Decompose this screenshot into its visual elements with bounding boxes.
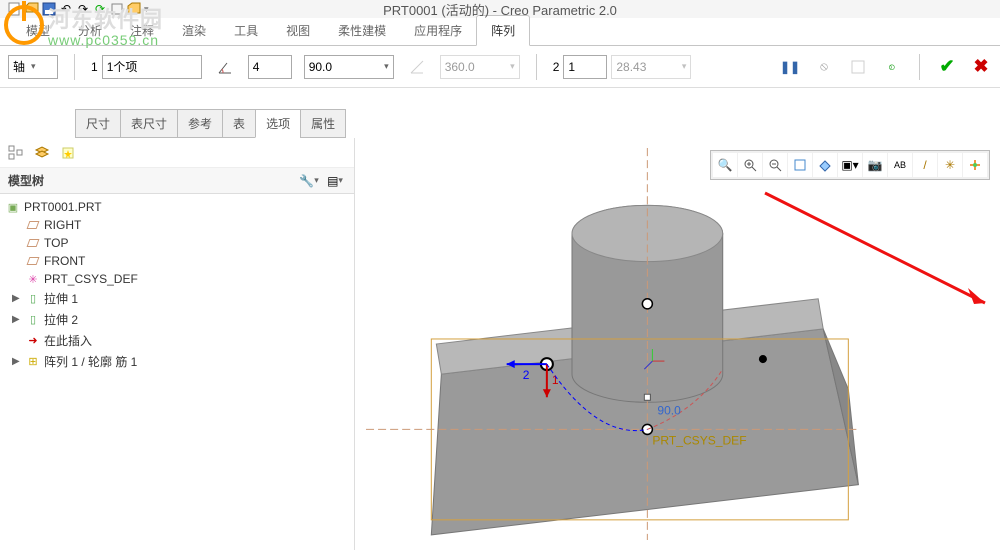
new-icon[interactable]: [8, 2, 22, 16]
model-tree-panel: 模型树 🔧▾ ▤▾ ▣ PRT0001.PRT RIGHT TOP FRONT: [0, 138, 355, 550]
ok-button[interactable]: ✔: [936, 56, 958, 78]
viewport[interactable]: 🔍 ▣▾ 📷 AB / ✳: [355, 138, 1000, 550]
verify-icon[interactable]: စ: [881, 56, 903, 78]
tree-insert-here[interactable]: ➜ 在此插入: [2, 330, 352, 351]
tree-show-icon[interactable]: ▤▾: [324, 170, 346, 192]
redo-icon[interactable]: ↷: [76, 2, 90, 16]
tree-layout-icon[interactable]: [4, 141, 28, 165]
extent-angle-icon: [406, 56, 428, 78]
pattern-type-label: 轴: [13, 58, 25, 75]
plane-icon: [26, 254, 40, 268]
folder-dropdown-icon[interactable]: [127, 2, 141, 16]
spacing2-input: 28.43 ▾: [611, 55, 691, 79]
count2-input[interactable]: [563, 55, 607, 79]
expand-icon[interactable]: ▶: [12, 293, 22, 304]
angle1-input[interactable]: 90.0 ▾: [304, 55, 394, 79]
subtab-table[interactable]: 表: [222, 109, 256, 138]
tree-csys[interactable]: ✳ PRT_CSYS_DEF: [2, 270, 352, 288]
plane-icon: [26, 236, 40, 250]
part-icon: ▣: [6, 200, 20, 214]
tree-root[interactable]: ▣ PRT0001.PRT: [2, 198, 352, 216]
pattern-icon: ⊞: [26, 355, 40, 369]
count1-input[interactable]: [248, 55, 292, 79]
tree-extrude2[interactable]: ▶ ▯ 拉伸 2: [2, 309, 352, 330]
extent-angle-input: 360.0 ▾: [440, 55, 520, 79]
pause-icon[interactable]: ❚❚: [779, 56, 801, 78]
csys-icon: ✳: [26, 272, 40, 286]
extrude-icon: ▯: [26, 292, 40, 306]
subtab-dims[interactable]: 尺寸: [75, 109, 121, 138]
tab-apps[interactable]: 应用程序: [400, 16, 476, 45]
open-icon[interactable]: [25, 2, 39, 16]
no-preview-icon: ⦸: [813, 56, 835, 78]
undo-icon[interactable]: ↶: [59, 2, 73, 16]
count1-prefix: 1: [91, 60, 98, 74]
subtab-tabledims[interactable]: 表尺寸: [120, 109, 178, 138]
tree-extrude1[interactable]: ▶ ▯ 拉伸 1: [2, 288, 352, 309]
chevron-down-icon: ▾: [31, 61, 36, 72]
dim-value: 90.0: [657, 403, 681, 417]
subtab-options[interactable]: 选项: [255, 109, 301, 138]
tab-analysis[interactable]: 分析: [64, 16, 116, 45]
insert-arrow-icon: ➜: [26, 334, 40, 348]
pattern-type-select[interactable]: 轴 ▾: [8, 55, 58, 79]
chevron-down-icon: ▾: [682, 61, 687, 72]
regenerate-icon[interactable]: ⟳: [93, 2, 107, 16]
model-tree: ▣ PRT0001.PRT RIGHT TOP FRONT ✳ PRT_CSYS…: [0, 194, 354, 376]
annotation-arrow: [760, 188, 1000, 358]
expand-icon[interactable]: ▶: [12, 314, 22, 325]
subtab-refs[interactable]: 参考: [177, 109, 223, 138]
direction1-label: 1个项: [107, 58, 138, 75]
expand-icon[interactable]: ▶: [12, 356, 22, 367]
sub-tabs: 尺寸 表尺寸 参考 表 选项 属性: [0, 108, 1000, 138]
tree-pattern[interactable]: ▶ ⊞ 阵列 1 / 轮廓 筋 1: [2, 351, 352, 372]
favorites-icon[interactable]: [56, 141, 80, 165]
separator: [536, 54, 537, 80]
window-icon[interactable]: [110, 2, 124, 16]
tree-plane-top[interactable]: TOP: [2, 234, 352, 252]
separator: [919, 54, 920, 80]
dim2-prefix: 2: [553, 60, 560, 74]
dir1-label: 1: [552, 373, 559, 387]
tab-model[interactable]: 模型: [12, 16, 64, 45]
cancel-button[interactable]: ✖: [970, 56, 992, 78]
tab-flex[interactable]: 柔性建模: [324, 16, 400, 45]
layers-icon[interactable]: [30, 141, 54, 165]
tree-settings-icon[interactable]: 🔧▾: [298, 170, 320, 192]
ribbon-tabs: 模型 分析 注释 渲染 工具 视图 柔性建模 应用程序 阵列: [0, 18, 1000, 46]
tab-annotate[interactable]: 注释: [116, 16, 168, 45]
window-title: PRT0001 (活动的) - Creo Parametric 2.0: [383, 0, 617, 19]
tree-title: 模型树: [8, 172, 44, 189]
preview-icon: [847, 56, 869, 78]
dir2-label: 2: [523, 368, 530, 382]
tab-pattern[interactable]: 阵列: [476, 15, 530, 46]
subtab-props[interactable]: 属性: [300, 109, 346, 138]
chevron-down-icon: ▾: [510, 61, 515, 72]
csys-label: PRT_CSYS_DEF: [652, 433, 746, 447]
extrude-icon: ▯: [26, 313, 40, 327]
chevron-down-icon: ▾: [384, 61, 389, 72]
tab-view[interactable]: 视图: [272, 16, 324, 45]
direction1-collector[interactable]: 1个项: [102, 55, 202, 79]
save-icon[interactable]: [42, 2, 56, 16]
tree-plane-right[interactable]: RIGHT: [2, 216, 352, 234]
separator: [74, 54, 75, 80]
qat-dropdown-icon[interactable]: ▾: [144, 4, 149, 15]
tree-plane-front[interactable]: FRONT: [2, 252, 352, 270]
angle-icon[interactable]: [214, 56, 236, 78]
plane-icon: [26, 218, 40, 232]
options-bar: 轴 ▾ 1 1个项 90.0 ▾ 360.0 ▾ 2 28.43 ▾ ❚❚ ⦸ …: [0, 46, 1000, 88]
tab-tools[interactable]: 工具: [220, 16, 272, 45]
tab-render[interactable]: 渲染: [168, 16, 220, 45]
